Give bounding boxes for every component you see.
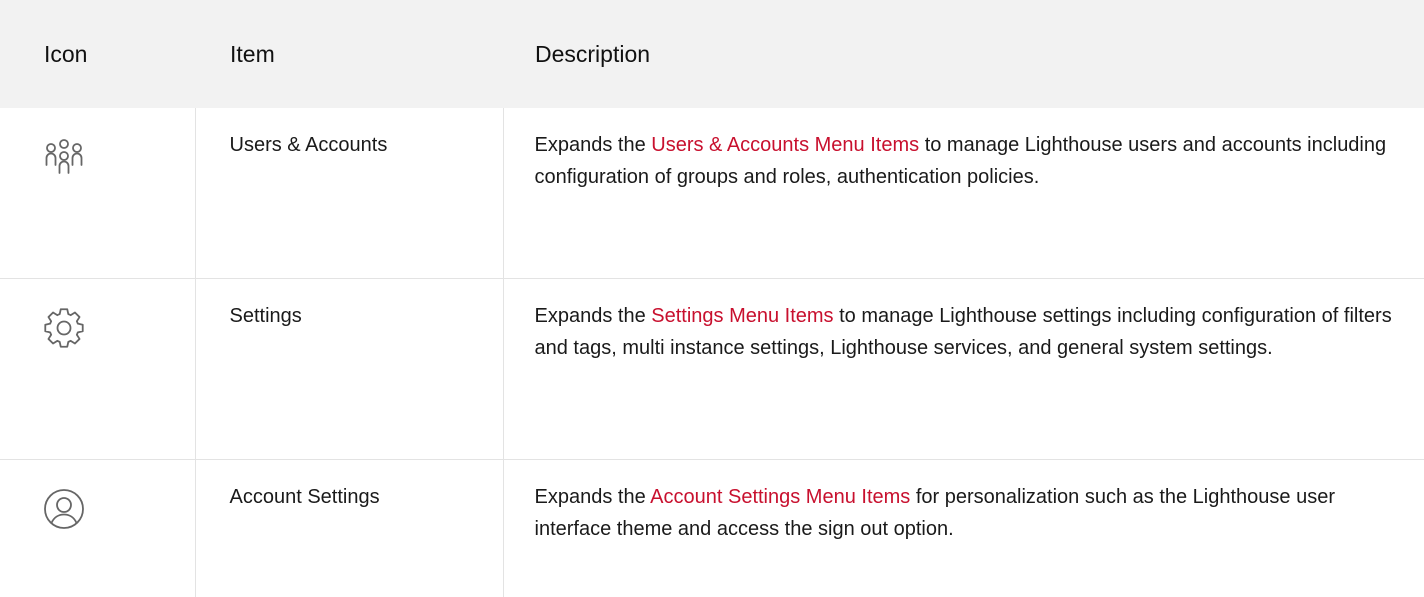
description-cell: Expands the Users & Accounts Menu Items … [502, 108, 1424, 279]
icon-cell [0, 459, 195, 597]
header-icon: Icon [44, 40, 88, 67]
gear-icon [43, 307, 195, 349]
item-account-settings: Account Settings [194, 459, 503, 597]
table-header: Icon Item Description [0, 0, 1424, 108]
icon-cell [0, 278, 195, 460]
item-settings: Settings [194, 278, 503, 460]
settings-menu-items-link[interactable]: Settings Menu Items [651, 305, 833, 327]
description-text: Expands the [534, 304, 652, 327]
item-users-accounts: Users & Accounts [194, 108, 503, 279]
table-row: Settings Expands the Settings Menu Items… [0, 278, 1424, 460]
icon-cell [0, 108, 195, 279]
user-circle-icon [43, 488, 195, 530]
table-row: Users & Accounts Expands the Users & Acc… [0, 108, 1424, 279]
description-cell: Expands the Account Settings Menu Items … [502, 459, 1424, 597]
account-settings-menu-items-link[interactable]: Account Settings Menu Items [650, 486, 910, 508]
header-row: Icon Item Description [0, 0, 1424, 108]
description-text: Expands the [534, 134, 652, 156]
users-accounts-menu-items-link[interactable]: Users & Accounts Menu Items [651, 134, 919, 156]
description-cell: Expands the Settings Menu Items to manag… [502, 278, 1424, 460]
description-text: Expands the [534, 485, 651, 508]
menu-items-table: Icon Item Description Users & Accounts E… [0, 0, 1424, 597]
table-row: Account Settings Expands the Account Set… [0, 459, 1424, 597]
header-description: Description [535, 40, 651, 67]
table-body: Users & Accounts Expands the Users & Acc… [0, 108, 1424, 597]
users-group-icon [43, 136, 195, 178]
header-item: Item [230, 40, 275, 67]
